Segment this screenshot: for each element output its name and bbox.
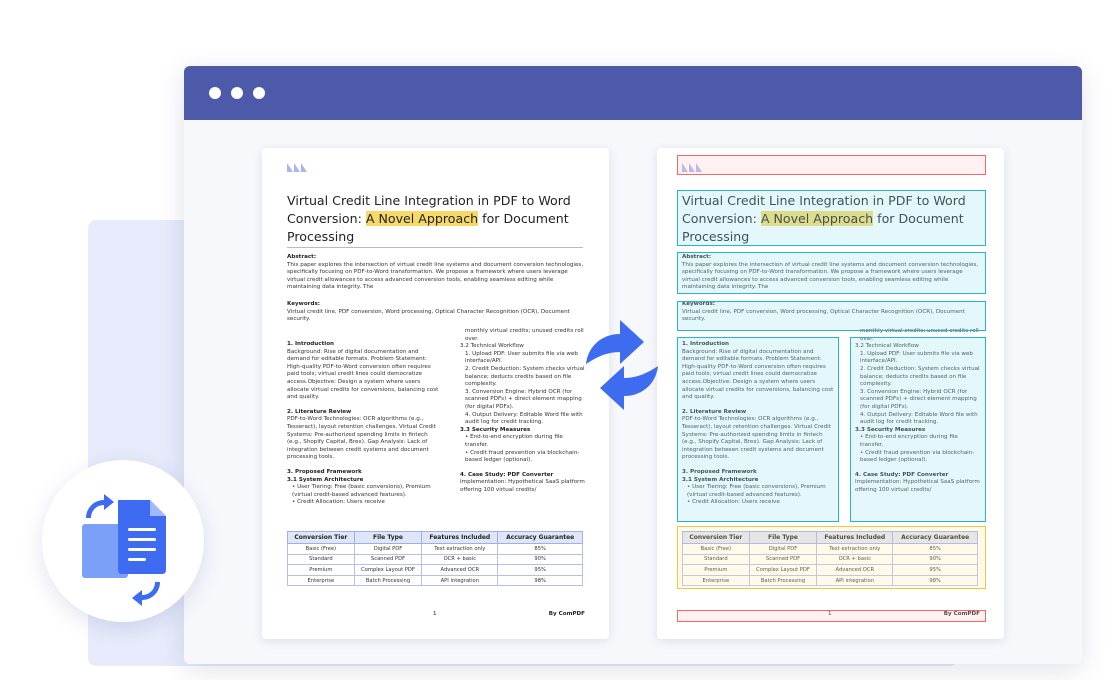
convert-badge	[42, 460, 204, 622]
document-title: Virtual Credit Line Integration in PDF t…	[287, 193, 571, 244]
region-left-column[interactable]	[677, 337, 839, 522]
illustration-stage: Virtual Credit Line Integration in PDF t…	[0, 0, 1120, 680]
region-footer[interactable]	[677, 610, 986, 622]
table-row: Enterprise Batch Processing API integratio…	[287, 574, 583, 587]
document-convert-icon	[82, 494, 166, 606]
keywords-block: Keywords: Virtual credit line, PDF conve…	[287, 301, 570, 323]
title-highlight: A Novel Approach	[365, 211, 479, 226]
table-row: Standard Scanned PDF OCR + basic 90%	[287, 553, 583, 566]
converted-word-page: Virtual Credit Line Integration in PDF t…	[657, 148, 1004, 639]
region-right-column[interactable]	[850, 337, 986, 522]
comppdf-logo-icon	[287, 160, 309, 172]
abstract-block: Abstract: This paper explores the inters…	[287, 254, 584, 291]
table-row: Premium Complex Layout PDF Advanced OCR 95%	[287, 564, 583, 576]
conversion-tier-table: Conversion Tier File Type Features Include…	[287, 531, 583, 587]
region-abstract[interactable]	[677, 252, 986, 294]
page-footer: 1 By ComPDF	[287, 610, 585, 620]
table-row: Basic (Free) Digital PDF Text extraction o…	[287, 543, 583, 555]
region-title[interactable]	[677, 190, 986, 246]
source-pdf-page: Virtual Credit Line Integration in PDF t…	[262, 148, 609, 639]
left-text-column: 1. Introduction Background: Rise of digit…	[287, 341, 439, 506]
brand-label: By ComPDF	[548, 611, 585, 617]
window-dot-close[interactable]	[209, 87, 221, 99]
window-dot-minimize[interactable]	[231, 87, 243, 99]
title-divider	[287, 247, 583, 248]
right-text-column: monthly virtual credits; unused credits …	[460, 328, 585, 493]
sync-arrows-icon	[586, 320, 658, 410]
window-dot-maximize[interactable]	[253, 87, 265, 99]
region-table[interactable]	[677, 526, 986, 589]
page-number: 1	[433, 611, 437, 617]
window-titlebar	[184, 66, 1082, 120]
region-header[interactable]	[677, 155, 986, 175]
region-keywords[interactable]	[677, 301, 986, 331]
